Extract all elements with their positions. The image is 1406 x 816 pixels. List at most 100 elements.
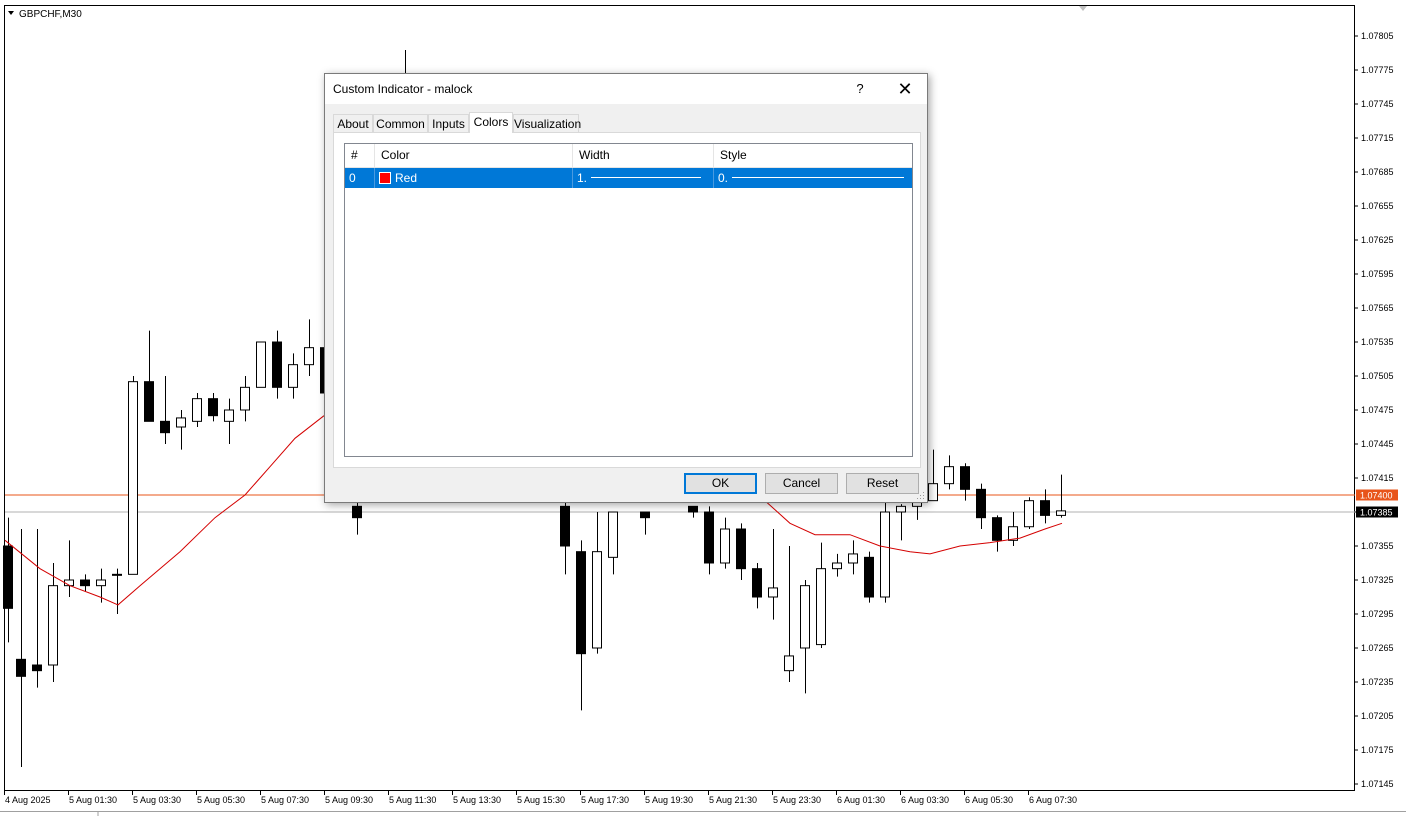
candle-body [288,364,298,388]
price-marker-label: 1.07400 [1360,491,1393,501]
candle-body [144,381,154,422]
price-axis-label: 1.07415 [1361,473,1394,483]
style-line-sample [732,177,904,178]
candle-body [832,562,842,570]
time-axis-label: 6 Aug 05:30 [965,795,1013,805]
candle-body [96,579,106,587]
tab-colors[interactable]: Colors [469,112,513,133]
row-width-value: 1. [577,171,588,185]
candle-body [704,511,714,564]
tab-inputs[interactable]: Inputs [428,114,469,132]
header-style[interactable]: Style [714,144,912,167]
candle-body [784,655,794,672]
price-axis-label: 1.07655 [1361,201,1394,211]
candle-body [1040,500,1050,516]
candle-body [160,420,170,434]
row-color-name: Red [395,171,418,185]
time-axis-label: 5 Aug 09:30 [325,795,373,805]
row-style-cell[interactable]: 0. [714,168,912,188]
candle-body [928,483,938,502]
price-axis-label: 1.07715 [1361,133,1394,143]
symbol-label: GBPCHF,M30 [19,9,82,20]
time-axis-label: 6 Aug 01:30 [837,795,885,805]
candle-body [352,505,362,519]
price-axis-label: 1.07295 [1361,609,1394,619]
candle-body [240,386,250,411]
grid-header: # Color Width Style [345,144,912,167]
row-style-value: 0. [718,171,729,185]
candle-body [848,553,858,564]
candle-body [960,466,970,490]
time-axis-label: 5 Aug 17:30 [581,795,629,805]
time-axis-label: 5 Aug 19:30 [645,795,693,805]
ok-button[interactable]: OK [684,473,757,494]
width-line-sample [591,177,701,178]
candle-body [192,398,202,422]
cancel-button[interactable]: Cancel [765,473,838,494]
dialog-title-bar[interactable]: Custom Indicator - malock ? ✕ [325,74,927,104]
price-axis-label: 1.07205 [1361,711,1394,721]
price-axis-label: 1.07145 [1361,779,1394,789]
price-axis-label: 1.07775 [1361,65,1394,75]
resize-grip-icon[interactable] [917,492,925,500]
table-row[interactable]: 0 Red 1. 0. [345,168,912,188]
time-axis-label: 5 Aug 15:30 [517,795,565,805]
candle-body [48,585,58,666]
row-index: 0 [345,168,375,188]
price-axis-label: 1.07565 [1361,303,1394,313]
time-axis-label: 5 Aug 01:30 [69,795,117,805]
close-icon[interactable]: ✕ [893,78,917,100]
tab-visualization[interactable]: Visualization [513,114,581,132]
price-axis-label: 1.07535 [1361,337,1394,347]
help-icon[interactable]: ? [850,79,870,99]
header-index[interactable]: # [345,144,375,167]
candle-body [720,528,730,564]
row-color-cell[interactable]: Red [375,168,573,188]
time-axis-label: 5 Aug 21:30 [709,795,757,805]
time-axis-label: 4 Aug 2025 [5,795,51,805]
candle-body [736,528,746,570]
color-swatch [379,171,391,184]
price-axis-label: 1.07445 [1361,439,1394,449]
price-axis-label: 1.07685 [1361,167,1394,177]
candle-body [128,381,138,575]
candle-body [800,585,810,649]
price-axis-label: 1.07265 [1361,643,1394,653]
candle-body [224,409,234,422]
time-axis-label: 5 Aug 13:30 [453,795,501,805]
time-axis-label: 6 Aug 03:30 [901,795,949,805]
candle-body [560,505,570,547]
candle-body [976,488,986,519]
candle-body [1056,510,1066,516]
price-axis-label: 1.07235 [1361,677,1394,687]
price-axis-label: 1.07505 [1361,371,1394,381]
price-axis-label: 1.07355 [1361,541,1394,551]
candle-body [592,551,602,649]
price-axis-label: 1.07595 [1361,269,1394,279]
candle-body [16,658,26,677]
candle-body [576,551,586,655]
candle-body [992,517,1002,541]
candle-body [112,573,122,576]
candle-body [944,466,954,485]
candle-body [3,545,13,609]
reset-button[interactable]: Reset [846,473,919,494]
time-axis-label: 6 Aug 07:30 [1029,795,1077,805]
header-width[interactable]: Width [573,144,714,167]
time-axis-label: 5 Aug 03:30 [133,795,181,805]
price-axis-label: 1.07475 [1361,405,1394,415]
price-marker-label: 1.07385 [1360,508,1393,518]
tab-about[interactable]: About [333,114,373,132]
candle-body [752,568,762,598]
candle-body [208,398,218,417]
colors-grid[interactable]: # Color Width Style 0 Red 1. 0. [344,143,913,457]
price-axis-label: 1.07325 [1361,575,1394,585]
candle-body [272,341,282,388]
price-axis-label: 1.07805 [1361,31,1394,41]
tab-common[interactable]: Common [373,114,428,132]
row-width-cell[interactable]: 1. [573,168,714,188]
header-color[interactable]: Color [375,144,573,167]
candle-body [304,347,314,366]
time-axis-label: 5 Aug 11:30 [389,795,436,805]
custom-indicator-dialog: Custom Indicator - malock ? ✕ About Comm… [324,73,928,503]
